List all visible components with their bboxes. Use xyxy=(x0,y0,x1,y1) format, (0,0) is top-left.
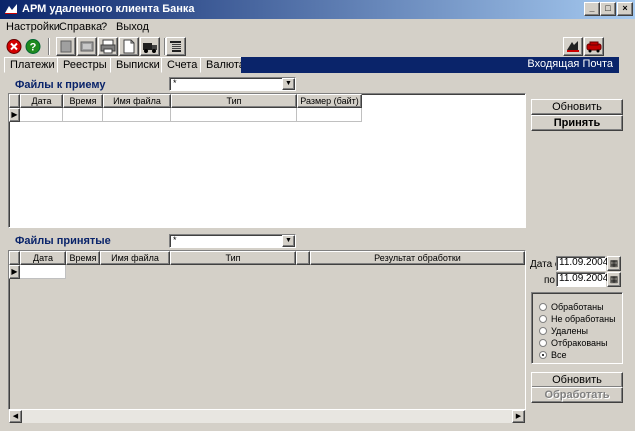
toolbar-separator xyxy=(48,38,50,55)
radio-selected-icon xyxy=(539,351,547,359)
accepted-filter-combo[interactable]: * ▼ xyxy=(169,234,296,248)
accepted-files-label: Файлы принятые xyxy=(15,235,111,247)
car-icon xyxy=(586,41,602,53)
accept-button[interactable]: Принять xyxy=(531,115,623,131)
calendar-from-icon[interactable]: ▦ xyxy=(607,256,621,271)
menu-settings[interactable]: Настройки xyxy=(6,21,60,33)
column-header-size[interactable]: Размер (байт) xyxy=(297,94,362,108)
incoming-files-label: Файлы к приему xyxy=(15,79,106,91)
svg-text:?: ? xyxy=(30,42,37,54)
tab-payments[interactable]: Платежи xyxy=(4,57,61,73)
incoming-mail-tab[interactable]: Входящая Почта xyxy=(241,57,619,73)
scroll-right-icon[interactable]: ▶ xyxy=(512,410,525,423)
toolbar-button-5[interactable] xyxy=(140,37,160,56)
column-header-filename[interactable]: Имя файла xyxy=(103,94,171,108)
incoming-filter-value: * xyxy=(173,78,177,88)
calendar-to-icon[interactable]: ▦ xyxy=(607,272,621,287)
table-cell[interactable] xyxy=(63,108,103,122)
toolbar: ? xyxy=(0,37,635,57)
column-header-type[interactable]: Тип xyxy=(171,94,297,108)
close-button[interactable]: × xyxy=(617,2,633,16)
toolbar-button-receive[interactable] xyxy=(563,37,583,56)
menu-about[interactable]: ? xyxy=(101,21,107,33)
cancel-icon xyxy=(6,39,22,54)
incoming-files-grid[interactable]: Дата Время Имя файла Тип Размер (байт) ▶ xyxy=(8,93,526,228)
column-header-time[interactable]: Время xyxy=(66,251,100,265)
print-icon xyxy=(100,39,116,54)
menu-exit[interactable]: Выход xyxy=(116,21,149,33)
table-cell[interactable] xyxy=(171,108,297,122)
table-cell[interactable] xyxy=(103,108,171,122)
column-header-type[interactable]: Тип xyxy=(170,251,296,265)
table-cell[interactable] xyxy=(20,265,66,279)
column-header-blank[interactable] xyxy=(296,251,310,265)
list-export-icon xyxy=(170,41,181,52)
grid-corner xyxy=(9,94,20,108)
accepted-refresh-button[interactable]: Обновить xyxy=(531,372,623,388)
tab-registers[interactable]: Реестры xyxy=(57,57,113,73)
date-from-input[interactable]: 11.09.2004 xyxy=(556,256,608,271)
window-gray-icon xyxy=(80,41,94,52)
incoming-filter-combo[interactable]: * ▼ xyxy=(169,77,296,91)
radio-icon xyxy=(539,315,547,323)
scroll-left-icon[interactable]: ◀ xyxy=(9,410,22,423)
column-header-time[interactable]: Время xyxy=(63,94,103,108)
radio-icon xyxy=(539,327,547,335)
accepted-files-grid[interactable]: Дата Время Имя файла Тип Результат обраб… xyxy=(8,250,526,410)
horizontal-scrollbar[interactable]: ◀ ▶ xyxy=(9,410,525,423)
help-icon: ? xyxy=(25,39,41,54)
date-to-input[interactable]: 11.09.2004 xyxy=(556,272,608,287)
new-document-icon xyxy=(123,39,135,54)
toolbar-button-4[interactable] xyxy=(119,37,139,56)
status-filter-group: Обработаны Не обработаны Удалены Отбрако… xyxy=(531,292,623,364)
document-gray-icon xyxy=(60,40,72,53)
process-button[interactable]: Обработать xyxy=(531,387,623,403)
chevron-down-icon[interactable]: ▼ xyxy=(282,235,295,247)
tab-accounts[interactable]: Счета xyxy=(161,57,204,73)
accepted-filter-value: * xyxy=(173,235,177,245)
menu-help[interactable]: Справка xyxy=(59,21,102,33)
column-header-date[interactable]: Дата xyxy=(20,251,66,265)
table-cell[interactable] xyxy=(297,108,362,122)
row-indicator-icon: ▶ xyxy=(9,108,20,122)
column-header-result[interactable]: Результат обработки xyxy=(310,251,525,265)
incoming-mail-label: Входящая Почта xyxy=(527,58,613,70)
minimize-button[interactable]: _ xyxy=(584,2,600,16)
menu-bar: Настройки Справка ? Выход xyxy=(0,19,635,37)
toolbar-button-3[interactable] xyxy=(98,37,118,56)
row-indicator-icon: ▶ xyxy=(9,265,20,279)
toolbar-button-2[interactable] xyxy=(77,37,97,56)
window-title: АРМ удаленного клиента Банка xyxy=(22,3,195,15)
grid-corner xyxy=(9,251,20,265)
table-cell[interactable] xyxy=(20,108,63,122)
title-bar[interactable]: АРМ удаленного клиента Банка _ □ × xyxy=(0,0,635,19)
toolbar-button-send[interactable] xyxy=(584,37,604,56)
radio-icon xyxy=(539,303,547,311)
truck-icon xyxy=(143,43,157,53)
date-to-label: по xyxy=(544,275,555,286)
chevron-down-icon[interactable]: ▼ xyxy=(282,78,295,90)
incoming-refresh-button[interactable]: Обновить xyxy=(531,99,623,115)
column-header-date[interactable]: Дата xyxy=(20,94,63,108)
app-icon xyxy=(5,4,17,14)
toolbar-button-1[interactable] xyxy=(56,37,76,56)
tab-statements[interactable]: Выписки xyxy=(110,57,166,73)
receive-mail-icon xyxy=(567,41,579,52)
help-button[interactable]: ? xyxy=(23,37,43,56)
cancel-button[interactable] xyxy=(4,37,24,56)
toolbar-button-6[interactable] xyxy=(166,37,186,56)
column-header-filename[interactable]: Имя файла xyxy=(100,251,170,265)
radio-icon xyxy=(539,339,547,347)
maximize-button[interactable]: □ xyxy=(600,2,616,16)
